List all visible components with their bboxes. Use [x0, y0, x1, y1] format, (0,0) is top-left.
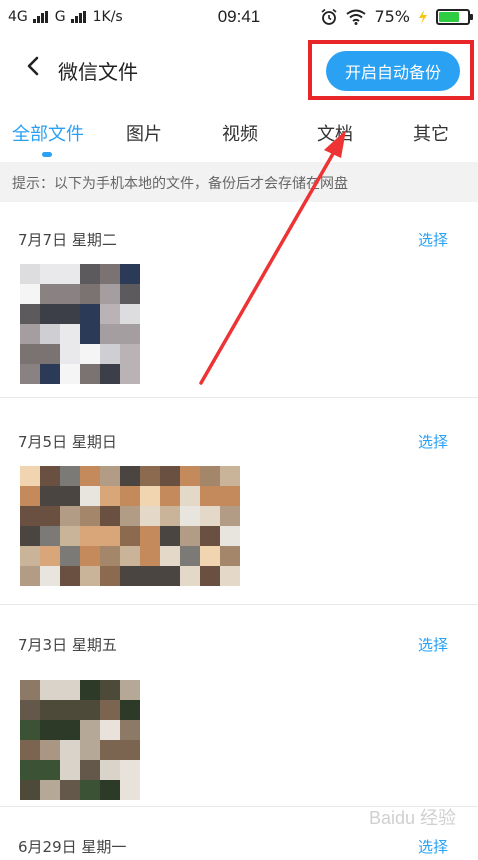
tab-images[interactable]: 图片 — [126, 120, 162, 146]
highlight-box: 开启自动备份 — [308, 40, 474, 100]
battery-icon — [436, 8, 473, 25]
select-link[interactable]: 选择 — [418, 229, 448, 250]
battery-percent: 75% — [374, 7, 410, 26]
divider — [0, 397, 478, 398]
back-arrow-icon[interactable] — [20, 52, 48, 80]
tab-videos[interactable]: 视频 — [222, 120, 258, 146]
page-title: 微信文件 — [58, 60, 138, 84]
file-thumbnail[interactable] — [20, 466, 240, 586]
charging-icon — [419, 9, 427, 24]
tab-others[interactable]: 其它 — [413, 120, 449, 146]
group-date: 7月7日 星期二 — [18, 231, 117, 249]
select-link[interactable]: 选择 — [418, 836, 448, 857]
group-date: 6月29日 星期一 — [18, 838, 127, 856]
tab-indicator — [42, 152, 52, 157]
alarm-icon — [321, 8, 337, 25]
tip-banner: 提示：以下为手机本地的文件，备份后才会存储在网盘 — [0, 162, 478, 202]
wifi-icon — [346, 9, 367, 25]
status-bar: 4G G 1K/s 09:41 75% — [0, 0, 478, 34]
header: 微信文件 开启自动备份 — [0, 34, 478, 104]
select-link[interactable]: 选择 — [418, 431, 448, 452]
file-thumbnail[interactable] — [20, 264, 140, 384]
tab-documents[interactable]: 文档 — [317, 120, 353, 146]
group-date: 7月5日 星期日 — [18, 433, 117, 451]
tab-all-files[interactable]: 全部文件 — [12, 120, 84, 146]
tab-bar: 全部文件 图片 视频 文档 其它 — [0, 108, 478, 160]
watermark: Baidu 经验 — [368, 808, 456, 828]
select-link[interactable]: 选择 — [418, 634, 448, 655]
file-thumbnail[interactable] — [20, 680, 140, 800]
auto-backup-button[interactable]: 开启自动备份 — [326, 51, 460, 91]
group-date: 7月3日 星期五 — [18, 636, 117, 654]
divider — [0, 604, 478, 605]
